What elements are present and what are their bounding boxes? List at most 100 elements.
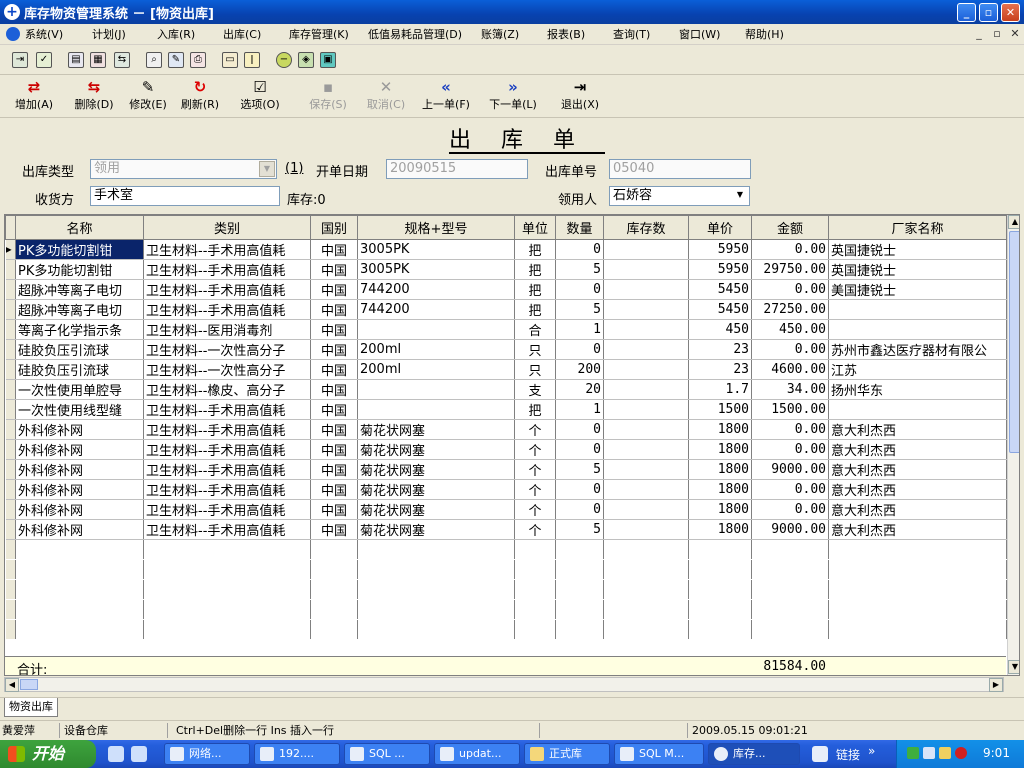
table-cell[interactable]: 英国捷锐士 bbox=[828, 239, 1007, 260]
table-cell[interactable]: 5450 bbox=[688, 299, 752, 320]
edit-doc-icon[interactable]: ✎ bbox=[168, 52, 184, 68]
table-cell[interactable]: 1800 bbox=[688, 519, 752, 540]
keyboard-icon[interactable] bbox=[812, 746, 828, 762]
table-cell[interactable]: 意大利杰西 bbox=[828, 459, 1007, 480]
row-indicator[interactable] bbox=[5, 419, 16, 440]
table-row[interactable]: 一次性使用线型缝 卫生材料--手术用高值耗 中国 把 1 1500 1500.00 bbox=[5, 399, 1007, 420]
table-cell[interactable]: 200ml bbox=[357, 359, 515, 380]
table-cell[interactable]: 江苏 bbox=[828, 359, 1007, 380]
row-indicator[interactable] bbox=[5, 359, 16, 380]
table-cell[interactable]: 菊花状网塞 bbox=[357, 419, 515, 440]
table-cell[interactable]: 等离子化学指示条 bbox=[15, 319, 144, 340]
refresh-button[interactable]: ↻ 刷新(R) bbox=[176, 78, 224, 116]
table-cell[interactable]: 卫生材料--手术用高值耗 bbox=[143, 279, 311, 300]
mdi-minimize-icon[interactable]: _ bbox=[972, 27, 986, 40]
table-cell[interactable]: 美国捷锐士 bbox=[828, 279, 1007, 300]
table-cell[interactable]: 把 bbox=[514, 279, 556, 300]
table-cell[interactable]: 1500.00 bbox=[751, 399, 829, 420]
col-header[interactable]: 单位 bbox=[514, 215, 556, 240]
table-cell[interactable]: 外科修补网 bbox=[15, 519, 144, 540]
table-cell[interactable]: 菊花状网塞 bbox=[357, 519, 515, 540]
table-cell[interactable] bbox=[828, 299, 1007, 320]
table-cell[interactable] bbox=[357, 399, 515, 420]
login-icon[interactable]: ⇥ bbox=[12, 52, 28, 68]
row-indicator[interactable] bbox=[5, 299, 16, 320]
table-cell[interactable] bbox=[603, 479, 689, 500]
table-cell[interactable]: 卫生材料--手术用高值耗 bbox=[143, 419, 311, 440]
menu-consumables[interactable]: 低值易耗品管理(D) bbox=[368, 26, 462, 42]
table-cell[interactable]: 中国 bbox=[310, 459, 358, 480]
table-cell[interactable]: 合 bbox=[514, 319, 556, 340]
task-network[interactable]: 网络... bbox=[164, 743, 250, 765]
table-cell[interactable]: 外科修补网 bbox=[15, 459, 144, 480]
menu-inventory[interactable]: 库存管理(K) bbox=[289, 26, 349, 42]
folder-icon[interactable]: ▭ bbox=[222, 52, 238, 68]
table-cell[interactable] bbox=[603, 519, 689, 540]
table-cell[interactable]: 5950 bbox=[688, 259, 752, 280]
table-row[interactable]: ▶ PK多功能切割钳 卫生材料--手术用高值耗 中国 3005PK 把 0 5950 0.00 英… bbox=[5, 239, 1007, 260]
col-header[interactable]: 类别 bbox=[143, 215, 311, 240]
close-button[interactable]: ✕ bbox=[1001, 3, 1020, 22]
table-cell[interactable] bbox=[603, 359, 689, 380]
table-cell[interactable] bbox=[603, 279, 689, 300]
edit-button[interactable]: ✎ 修改(E) bbox=[124, 78, 172, 116]
col-header[interactable]: 厂家名称 bbox=[828, 215, 1007, 240]
table-cell[interactable]: 外科修补网 bbox=[15, 479, 144, 500]
row-indicator[interactable] bbox=[5, 479, 16, 500]
table-cell[interactable]: 20 bbox=[555, 379, 604, 400]
table-cell[interactable]: 意大利杰西 bbox=[828, 479, 1007, 500]
scroll-right-icon[interactable]: ▶ bbox=[989, 678, 1003, 692]
table-cell[interactable] bbox=[603, 339, 689, 360]
table-cell[interactable]: 卫生材料--手术用高值耗 bbox=[143, 399, 311, 420]
table-cell[interactable] bbox=[357, 379, 515, 400]
tab-outbound[interactable]: 物资出库 bbox=[4, 698, 58, 717]
table-cell[interactable]: 卫生材料--手术用高值耗 bbox=[143, 259, 311, 280]
table-cell[interactable]: 1500 bbox=[688, 399, 752, 420]
table-cell[interactable]: 1800 bbox=[688, 459, 752, 480]
table-row[interactable]: 外科修补网 卫生材料--手术用高值耗 中国 菊花状网塞个 5 1800 9000.00 意大利… bbox=[5, 459, 1007, 480]
task-sql-manager[interactable]: SQL M... bbox=[614, 743, 704, 765]
task-prod-db[interactable]: 正式库 bbox=[524, 743, 610, 765]
table-cell[interactable]: 9000.00 bbox=[751, 519, 829, 540]
table-cell[interactable]: 硅胶负压引流球 bbox=[15, 339, 144, 360]
table-cell[interactable]: 卫生材料--手术用高值耗 bbox=[143, 439, 311, 460]
table-cell[interactable] bbox=[828, 399, 1007, 420]
table-cell[interactable]: 意大利杰西 bbox=[828, 519, 1007, 540]
table-cell[interactable]: 只 bbox=[514, 339, 556, 360]
table-cell[interactable]: 1800 bbox=[688, 419, 752, 440]
table-cell[interactable]: 0.00 bbox=[751, 439, 829, 460]
chevron-right-icon[interactable]: » bbox=[868, 744, 875, 758]
table-cell[interactable]: 200ml bbox=[357, 339, 515, 360]
table-cell[interactable] bbox=[603, 499, 689, 520]
scroll-up-icon[interactable]: ▲ bbox=[1008, 215, 1019, 229]
menu-outbound[interactable]: 出库(C) bbox=[223, 26, 261, 42]
table-row[interactable]: 一次性使用单腔导 卫生材料--橡皮、高分子 中国 支 20 1.7 34.00 扬州华东 bbox=[5, 379, 1007, 400]
table-cell[interactable]: 中国 bbox=[310, 279, 358, 300]
add-button[interactable]: ⇄ 增加(A) bbox=[10, 78, 58, 116]
table-cell[interactable]: 菊花状网塞 bbox=[357, 499, 515, 520]
table-cell[interactable]: 只 bbox=[514, 359, 556, 380]
table-cell[interactable]: 菊花状网塞 bbox=[357, 439, 515, 460]
menu-system[interactable]: 系统(V) bbox=[25, 26, 63, 42]
table-cell[interactable]: 450 bbox=[688, 319, 752, 340]
menu-plan[interactable]: 计划(J) bbox=[92, 26, 126, 42]
table-cell[interactable]: 个 bbox=[514, 499, 556, 520]
table-cell[interactable]: 450.00 bbox=[751, 319, 829, 340]
links-toolbar[interactable]: 链接 bbox=[836, 746, 860, 763]
type-select[interactable]: 领用 ▼ bbox=[90, 159, 277, 179]
row-indicator[interactable] bbox=[5, 379, 16, 400]
recipient-select[interactable]: 石娇容 ▼ bbox=[609, 186, 750, 206]
table-cell[interactable]: 1800 bbox=[688, 499, 752, 520]
table-cell[interactable]: 苏州市鑫达医疗器材有限公 bbox=[828, 339, 1007, 360]
table-cell[interactable]: 外科修补网 bbox=[15, 499, 144, 520]
document-icon[interactable]: ▤ bbox=[68, 52, 84, 68]
task-update[interactable]: updat... bbox=[434, 743, 520, 765]
col-header[interactable]: 国别 bbox=[310, 215, 358, 240]
table-cell[interactable]: 硅胶负压引流球 bbox=[15, 359, 144, 380]
table-cell[interactable]: 中国 bbox=[310, 319, 358, 340]
table-cell[interactable] bbox=[603, 399, 689, 420]
table-cell[interactable]: 0 bbox=[555, 279, 604, 300]
table-cell[interactable]: 744200 bbox=[357, 299, 515, 320]
table-cell[interactable]: PK多功能切割钳 bbox=[15, 239, 144, 260]
table-cell[interactable]: 扬州华东 bbox=[828, 379, 1007, 400]
